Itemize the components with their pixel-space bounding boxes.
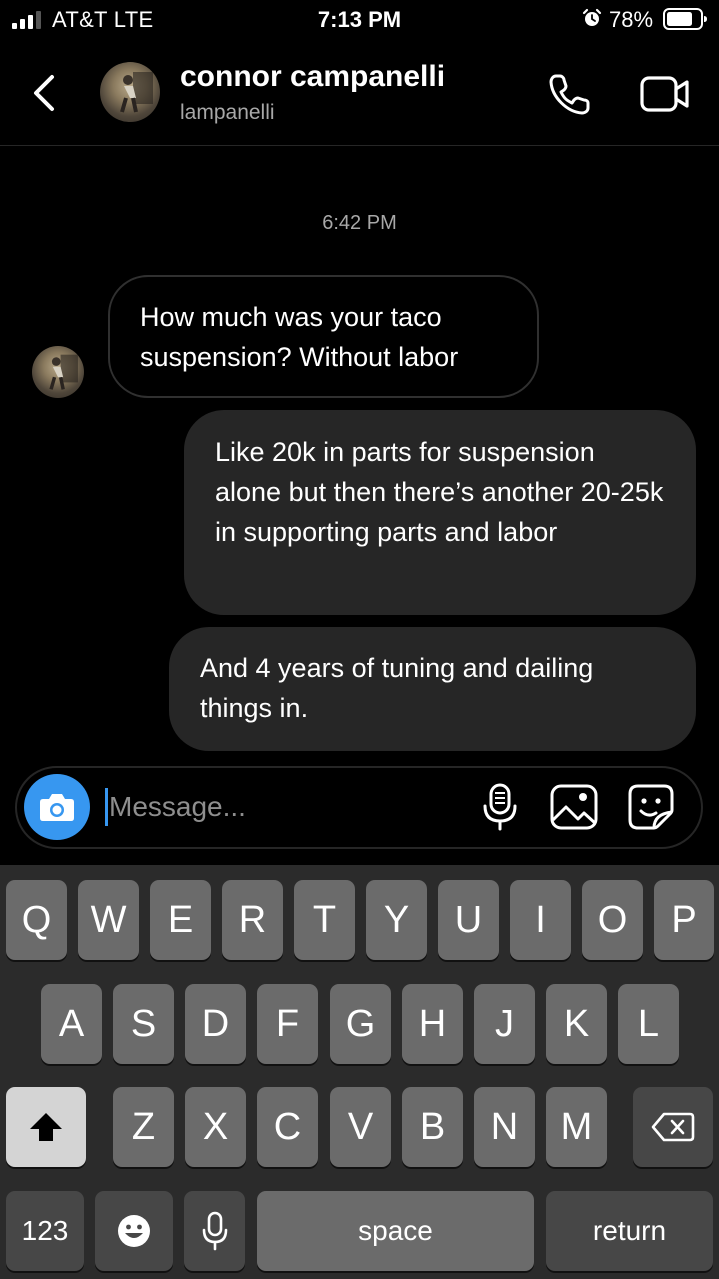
key-o[interactable]: O: [582, 880, 643, 960]
key-j[interactable]: J: [474, 984, 535, 1064]
camera-button[interactable]: [24, 774, 90, 840]
contact-username[interactable]: lampanelli: [180, 101, 275, 125]
key-h[interactable]: H: [402, 984, 463, 1064]
incoming-message-bubble[interactable]: How much was your taco suspension? Witho…: [108, 275, 539, 398]
message-timestamp: 6:42 PM: [322, 212, 397, 234]
key-p[interactable]: P: [654, 880, 714, 960]
gallery-icon[interactable]: [548, 782, 600, 832]
shift-key[interactable]: [6, 1087, 86, 1167]
key-n[interactable]: N: [474, 1087, 535, 1167]
key-f[interactable]: F: [257, 984, 318, 1064]
key-d[interactable]: D: [185, 984, 246, 1064]
key-q[interactable]: Q: [6, 880, 67, 960]
battery-icon: [663, 8, 707, 30]
key-y[interactable]: Y: [366, 880, 427, 960]
space-key[interactable]: space: [257, 1191, 534, 1271]
phone-icon[interactable]: [548, 72, 592, 116]
key-x[interactable]: X: [185, 1087, 246, 1167]
key-t[interactable]: T: [294, 880, 355, 960]
shift-arrow-icon: [30, 1113, 62, 1141]
key-b[interactable]: B: [402, 1087, 463, 1167]
key-e[interactable]: E: [150, 880, 211, 960]
avatar[interactable]: [100, 62, 160, 122]
message-input[interactable]: [109, 784, 469, 830]
alarm-clock-icon: [582, 8, 602, 26]
key-m[interactable]: M: [546, 1087, 607, 1167]
sticker-icon[interactable]: [626, 782, 676, 832]
key-v[interactable]: V: [330, 1087, 391, 1167]
outgoing-message-bubble[interactable]: Like 20k in parts for suspension alone b…: [184, 410, 696, 615]
emoji-key[interactable]: [95, 1191, 173, 1271]
backspace-key[interactable]: [633, 1087, 713, 1167]
outgoing-message-bubble[interactable]: And 4 years of tuning and dailing things…: [169, 627, 696, 751]
sender-avatar[interactable]: [32, 346, 84, 398]
key-w[interactable]: W: [78, 880, 139, 960]
keyboard: Q W E R T Y U I O P A S D F G H J K L Z …: [0, 865, 719, 1279]
battery-percentage: 78%: [609, 7, 654, 32]
microphone-icon: [202, 1211, 227, 1251]
dictation-key[interactable]: [184, 1191, 245, 1271]
emoji-icon: [118, 1215, 150, 1247]
numbers-key[interactable]: 123: [6, 1191, 84, 1271]
contact-name[interactable]: connor campanelli: [180, 60, 445, 94]
text-cursor: [105, 788, 108, 826]
key-s[interactable]: S: [113, 984, 174, 1064]
microphone-icon[interactable]: [480, 782, 520, 832]
key-c[interactable]: C: [257, 1087, 318, 1167]
header-divider: [0, 145, 719, 146]
key-i[interactable]: I: [510, 880, 571, 960]
backspace-icon: [651, 1112, 695, 1142]
key-l[interactable]: L: [618, 984, 679, 1064]
key-a[interactable]: A: [41, 984, 102, 1064]
status-bar: AT&T LTE 7:13 PM 78%: [0, 0, 719, 40]
video-camera-icon[interactable]: [640, 74, 690, 114]
key-r[interactable]: R: [222, 880, 283, 960]
camera-icon: [40, 794, 74, 821]
return-key[interactable]: return: [546, 1191, 713, 1271]
key-u[interactable]: U: [438, 880, 499, 960]
chevron-left-icon[interactable]: [28, 72, 62, 114]
key-k[interactable]: K: [546, 984, 607, 1064]
key-z[interactable]: Z: [113, 1087, 174, 1167]
key-g[interactable]: G: [330, 984, 391, 1064]
